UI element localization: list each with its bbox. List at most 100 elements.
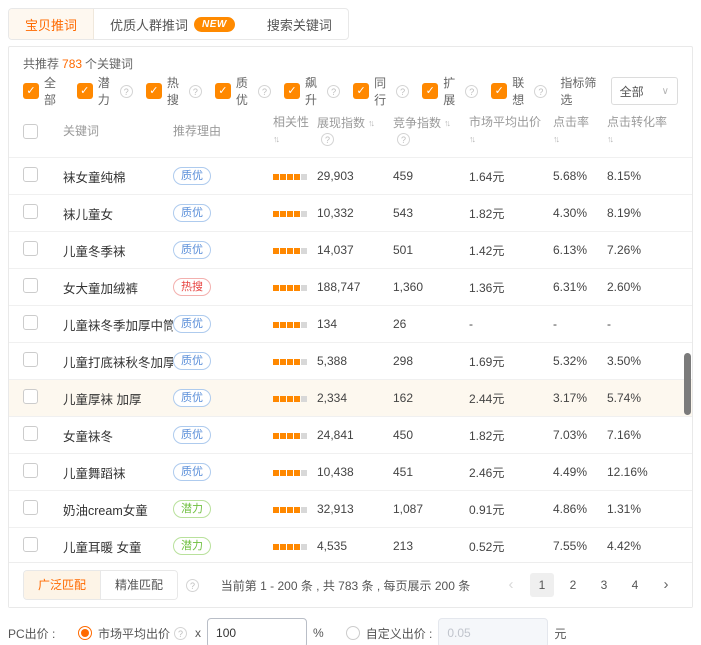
select-all-checkbox[interactable] [23,124,38,139]
competition-cell: 213 [393,539,469,553]
filter-label: 同行 [374,74,392,108]
ctr-cell: 4.49% [553,465,607,479]
header-reason: 推荐理由 [173,124,273,139]
help-icon[interactable]: ? [189,85,202,98]
prev-page-icon[interactable]: ‹ [499,573,523,597]
help-icon[interactable]: ? [186,579,199,592]
relevance-bar [301,544,307,550]
metric-filter-select[interactable]: 全部 ∨ [611,77,678,105]
help-icon[interactable]: ? [534,85,547,98]
row-checkbox[interactable] [23,500,38,515]
header-cvr[interactable]: 点击转化率 ↑↓ [607,115,678,147]
checkbox-checked-icon[interactable]: ✓ [284,83,300,99]
row-checkbox[interactable] [23,426,38,441]
checkbox-checked-icon[interactable]: ✓ [77,83,93,99]
percent-sign: % [313,626,324,640]
checkbox-checked-icon[interactable]: ✓ [422,83,438,99]
table-row: 袜女童纯棉 质优 29,903 459 1.64元 5.68% 8.15% [9,157,692,194]
page-button-4[interactable]: 4 [623,573,647,597]
avg-bid-cell: 0.91元 [469,501,553,518]
row-checkbox[interactable] [23,352,38,367]
row-checkbox[interactable] [23,463,38,478]
keyword-panel: 共推荐783个关键词 ✓ 全部 ✓ 潜力 ? ✓ 热搜 ? ✓ [8,46,693,608]
row-checkbox[interactable] [23,204,38,219]
keyword-cell: 女童袜冬 [63,426,173,445]
row-checkbox[interactable] [23,389,38,404]
row-checkbox[interactable] [23,241,38,256]
relevance-bar [280,248,286,254]
avg-bid-cell: - [469,317,553,331]
sort-icon[interactable]: ↑↓ [273,132,278,147]
custom-bid-radio[interactable] [346,626,360,640]
sort-icon[interactable]: ↑↓ [444,116,449,131]
help-icon[interactable]: ? [120,85,133,98]
row-checkbox[interactable] [23,167,38,182]
relevance-bar [301,396,307,402]
cvr-cell: 12.16% [607,465,678,479]
relevance-bar [280,211,286,217]
avg-bid-cell: 1.42元 [469,242,553,259]
filter-item-peers[interactable]: ✓ 同行 ? [353,74,409,108]
relevance-bar [273,174,279,180]
filter-item-quality[interactable]: ✓ 质优 ? [215,74,271,108]
page-button-2[interactable]: 2 [561,573,585,597]
row-checkbox[interactable] [23,278,38,293]
page-button-1[interactable]: 1 [530,573,554,597]
header-competition-index[interactable]: 竞争指数↑↓ ? [393,116,469,146]
relevance-bars [273,544,307,550]
header-impression-index[interactable]: 展现指数↑↓ ? [317,116,393,146]
exact-match-button[interactable]: 精准匹配 [100,571,177,599]
next-page-icon[interactable]: › [654,573,678,597]
tab-search-keyword[interactable]: 搜索关键词 [251,9,348,39]
sort-icon[interactable]: ↑↓ [607,132,612,147]
row-checkbox[interactable] [23,315,38,330]
help-icon[interactable]: ? [174,627,187,640]
filter-item-expand[interactable]: ✓ 扩展 ? [422,74,478,108]
filter-item-hot-search[interactable]: ✓ 热搜 ? [146,74,202,108]
table-row: 儿童袜冬季加厚中筒 质优 134 26 - - - [9,305,692,342]
summary-suffix: 个关键词 [85,57,133,71]
metric-filter: 指标筛选 全部 ∨ [560,74,678,108]
checkbox-checked-icon[interactable]: ✓ [23,83,39,99]
header-relevance[interactable]: 相关性 ↑↓ [273,115,317,147]
ctr-cell: 4.86% [553,502,607,516]
checkbox-checked-icon[interactable]: ✓ [491,83,507,99]
header-avg-bid[interactable]: 市场平均出价 ↑↓ [469,115,553,147]
help-icon[interactable]: ? [258,85,271,98]
broad-match-button[interactable]: 广泛匹配 [24,571,100,599]
relevance-bar [301,285,307,291]
header-ctr[interactable]: 点击率 ↑↓ [553,115,607,147]
sort-icon[interactable]: ↑↓ [553,132,558,147]
impression-cell: 32,913 [317,502,393,516]
checkbox-checked-icon[interactable]: ✓ [146,83,162,99]
bid-multiplier-input[interactable] [207,618,307,645]
tab-audience-recommend[interactable]: 优质人群推词 NEW [94,9,251,39]
chevron-down-icon: ∨ [662,86,669,97]
scrollbar-thumb[interactable] [684,353,691,415]
sort-icon[interactable]: ↑↓ [368,116,373,131]
filter-item-rising[interactable]: ✓ 飙升 ? [284,74,340,108]
custom-bid-input[interactable] [438,618,548,645]
competition-cell: 501 [393,243,469,257]
sort-icon[interactable]: ↑↓ [469,132,474,147]
row-checkbox[interactable] [23,537,38,552]
tab-item-recommend[interactable]: 宝贝推词 [9,9,94,39]
checkbox-checked-icon[interactable]: ✓ [215,83,231,99]
help-icon[interactable]: ? [321,133,334,146]
help-icon[interactable]: ? [327,85,340,98]
filter-item-association[interactable]: ✓ 联想 ? [491,74,547,108]
competition-cell: 450 [393,428,469,442]
keyword-cell: 袜女童纯棉 [63,167,173,186]
relevance-bar [294,470,300,476]
page-button-3[interactable]: 3 [592,573,616,597]
checkbox-checked-icon[interactable]: ✓ [353,83,369,99]
reason-badge: 质优 [173,352,211,370]
filter-item-potential[interactable]: ✓ 潜力 ? [77,74,133,108]
help-icon[interactable]: ? [397,133,410,146]
avg-bid-radio[interactable] [78,626,92,640]
filter-item-all[interactable]: ✓ 全部 [23,74,64,108]
table-body: 袜女童纯棉 质优 29,903 459 1.64元 5.68% 8.15% 袜儿… [9,157,692,564]
help-icon[interactable]: ? [396,85,409,98]
yuan-unit: 元 [554,625,566,642]
help-icon[interactable]: ? [465,85,478,98]
